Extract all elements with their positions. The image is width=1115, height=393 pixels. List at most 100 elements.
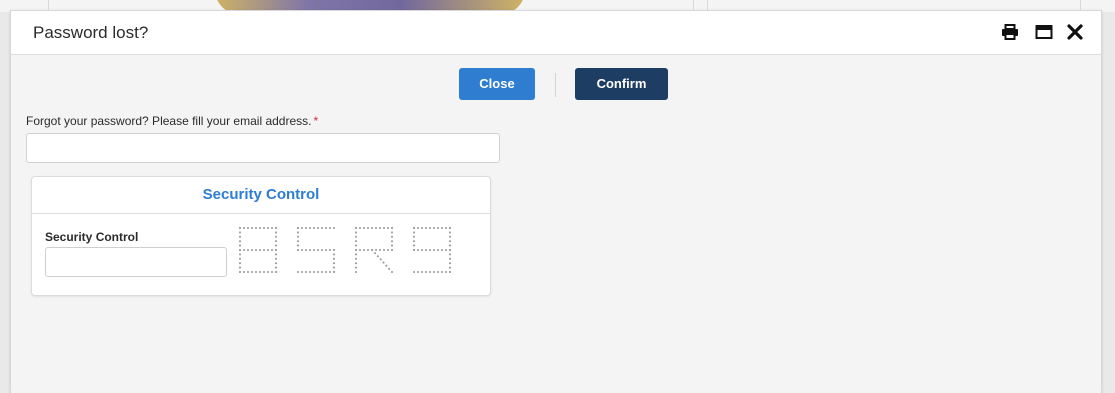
captcha-dot <box>448 253 452 256</box>
captcha-dot <box>266 270 270 274</box>
captcha-dot <box>254 248 258 252</box>
captcha-dot <box>448 235 452 238</box>
captcha-dot <box>262 270 266 274</box>
captcha-dot <box>238 262 242 265</box>
captcha-dot <box>332 262 336 265</box>
captcha-dot <box>316 226 320 230</box>
captcha-dot <box>428 248 432 252</box>
captcha-dot <box>238 270 242 274</box>
captcha-dot <box>296 244 300 247</box>
email-field[interactable] <box>26 133 500 163</box>
captcha-dot <box>274 248 278 252</box>
captcha-dot <box>262 226 266 230</box>
captcha-dot <box>420 226 424 230</box>
captcha-dot <box>242 226 246 230</box>
captcha-dot <box>428 226 432 230</box>
captcha-dot <box>274 231 278 234</box>
captcha-dot <box>390 231 394 234</box>
close-icon[interactable] <box>1066 24 1084 40</box>
captcha-dot <box>316 270 320 274</box>
captcha-dot <box>274 262 278 265</box>
captcha-dot <box>242 270 246 274</box>
captcha-dot <box>324 226 328 230</box>
captcha-dot <box>332 248 336 252</box>
captcha-dot <box>270 226 274 230</box>
captcha-dot <box>379 258 382 261</box>
captcha-dot <box>374 226 378 230</box>
captcha-dot <box>262 248 266 252</box>
captcha-dot <box>378 248 382 252</box>
captcha-dot <box>354 231 358 234</box>
captcha-dot <box>238 244 242 247</box>
captcha-dot <box>300 270 304 274</box>
captcha-dot <box>412 240 416 243</box>
captcha-dot <box>354 244 358 247</box>
maximize-icon[interactable] <box>1035 24 1053 40</box>
captcha-dot <box>296 240 300 243</box>
captcha-dot <box>382 226 386 230</box>
captcha-dot <box>250 226 254 230</box>
security-control-panel: Security Control Security Control <box>31 176 491 296</box>
captcha-dot <box>250 270 254 274</box>
captcha-dot <box>374 248 378 252</box>
captcha-dot <box>354 262 358 265</box>
captcha-dot <box>238 266 242 269</box>
captcha-dot <box>448 257 452 260</box>
captcha-dot <box>358 248 362 252</box>
button-separator <box>555 73 556 97</box>
captcha-dot <box>448 226 452 230</box>
captcha-dot <box>436 270 440 274</box>
captcha-dot <box>238 253 242 256</box>
print-icon[interactable] <box>1001 24 1019 40</box>
captcha-dot <box>362 226 366 230</box>
captcha-dot <box>304 248 308 252</box>
captcha-dot <box>246 226 250 230</box>
captcha-dot <box>238 248 242 252</box>
captcha-dot <box>320 226 324 230</box>
captcha-dot <box>238 231 242 234</box>
captcha-dot <box>373 252 377 255</box>
captcha-dot <box>432 270 436 274</box>
captcha-dot <box>436 226 440 230</box>
captcha-dot <box>382 248 386 252</box>
captcha-dot <box>258 270 262 274</box>
captcha-dot <box>354 270 358 274</box>
captcha-dot <box>440 270 444 274</box>
captcha-dot <box>412 235 416 238</box>
captcha-dot <box>332 226 336 230</box>
close-button[interactable]: Close <box>459 68 535 100</box>
captcha-dot <box>254 226 258 230</box>
captcha-dot <box>274 257 278 260</box>
captcha-dot <box>444 226 448 230</box>
captcha-dot <box>412 270 416 274</box>
captcha-dot <box>354 248 358 252</box>
captcha-dot <box>328 226 332 230</box>
captcha-dot <box>370 226 374 230</box>
security-code-input[interactable] <box>45 247 227 277</box>
captcha-dot <box>424 270 428 274</box>
captcha-dot <box>274 253 278 256</box>
confirm-button[interactable]: Confirm <box>575 68 668 100</box>
captcha-dot <box>296 235 300 238</box>
captcha-dot <box>270 248 274 252</box>
captcha-dot <box>354 235 358 238</box>
captcha-dot <box>238 257 242 260</box>
captcha-dot <box>328 270 332 274</box>
captcha-dot <box>420 270 424 274</box>
captcha-dot <box>386 226 390 230</box>
captcha-dot <box>428 270 432 274</box>
dialog-titlebar: Password lost? <box>11 11 1101 55</box>
captcha-dot <box>444 270 448 274</box>
captcha-dot <box>390 240 394 243</box>
captcha-dot <box>354 253 358 256</box>
captcha-dot <box>420 248 424 252</box>
captcha-dot <box>440 248 444 252</box>
captcha-dot <box>320 248 324 252</box>
captcha-dot <box>354 240 358 243</box>
captcha-dot <box>432 248 436 252</box>
captcha-dot <box>308 248 312 252</box>
captcha-dot <box>412 244 416 247</box>
captcha-dot <box>258 248 262 252</box>
captcha-dot <box>266 248 270 252</box>
captcha-dot <box>448 231 452 234</box>
